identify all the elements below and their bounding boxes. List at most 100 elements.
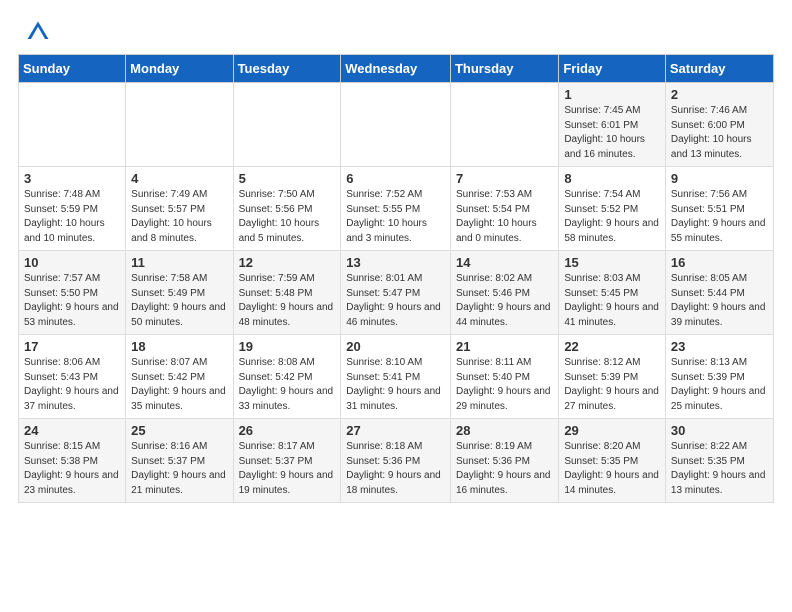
calendar-day-cell: 8 Sunrise: 7:54 AM Sunset: 5:52 PM Daylig…: [559, 167, 666, 251]
calendar-day-cell: [341, 83, 451, 167]
calendar-day-cell: 22 Sunrise: 8:12 AM Sunset: 5:39 PM Dayli…: [559, 335, 666, 419]
calendar-day-header: Thursday: [450, 55, 558, 83]
day-number: 16: [671, 255, 768, 270]
day-info: Sunrise: 7:54 AM Sunset: 5:52 PM Dayligh…: [564, 188, 660, 246]
day-info: Sunrise: 8:18 AM Sunset: 5:36 PM Dayligh…: [346, 440, 445, 498]
day-number: 13: [346, 255, 445, 270]
day-number: 6: [346, 171, 445, 186]
calendar-day-cell: 5 Sunrise: 7:50 AM Sunset: 5:56 PM Daylig…: [233, 167, 341, 251]
day-info: Sunrise: 7:46 AM Sunset: 6:00 PM Dayligh…: [671, 104, 768, 162]
day-info: Sunrise: 8:05 AM Sunset: 5:44 PM Dayligh…: [671, 272, 768, 330]
calendar-day-cell: 7 Sunrise: 7:53 AM Sunset: 5:54 PM Daylig…: [450, 167, 558, 251]
logo: [24, 18, 56, 46]
day-number: 20: [346, 339, 445, 354]
day-number: 1: [564, 87, 660, 102]
calendar-day-cell: 3 Sunrise: 7:48 AM Sunset: 5:59 PM Daylig…: [19, 167, 126, 251]
day-number: 11: [131, 255, 227, 270]
calendar-day-header: Monday: [126, 55, 233, 83]
calendar-day-cell: 16 Sunrise: 8:05 AM Sunset: 5:44 PM Dayli…: [665, 251, 773, 335]
day-number: 25: [131, 423, 227, 438]
day-info: Sunrise: 8:17 AM Sunset: 5:37 PM Dayligh…: [239, 440, 336, 498]
day-info: Sunrise: 8:20 AM Sunset: 5:35 PM Dayligh…: [564, 440, 660, 498]
day-info: Sunrise: 8:12 AM Sunset: 5:39 PM Dayligh…: [564, 356, 660, 414]
day-info: Sunrise: 8:02 AM Sunset: 5:46 PM Dayligh…: [456, 272, 553, 330]
calendar-day-cell: 15 Sunrise: 8:03 AM Sunset: 5:45 PM Dayli…: [559, 251, 666, 335]
calendar-day-cell: 13Sunrise: 8:01 AM Sunset: 5:47 PM Dayli…: [341, 251, 451, 335]
day-info: Sunrise: 7:48 AM Sunset: 5:59 PM Dayligh…: [24, 188, 120, 246]
day-number: 9: [671, 171, 768, 186]
day-number: 14: [456, 255, 553, 270]
calendar-day-cell: 17 Sunrise: 8:06 AM Sunset: 5:43 PM Dayli…: [19, 335, 126, 419]
day-info: Sunrise: 7:50 AM Sunset: 5:56 PM Dayligh…: [239, 188, 336, 246]
calendar-header-row: SundayMondayTuesdayWednesdayThursdayFrid…: [19, 55, 774, 83]
calendar-table: SundayMondayTuesdayWednesdayThursdayFrid…: [18, 54, 774, 503]
calendar-day-header: Saturday: [665, 55, 773, 83]
calendar-day-cell: 30 Sunrise: 8:22 AM Sunset: 5:35 PM Dayli…: [665, 419, 773, 503]
day-info: Sunrise: 8:19 AM Sunset: 5:36 PM Dayligh…: [456, 440, 553, 498]
day-number: 18: [131, 339, 227, 354]
day-number: 5: [239, 171, 336, 186]
day-info: Sunrise: 8:03 AM Sunset: 5:45 PM Dayligh…: [564, 272, 660, 330]
day-number: 4: [131, 171, 227, 186]
day-number: 15: [564, 255, 660, 270]
calendar-day-header: Tuesday: [233, 55, 341, 83]
day-number: 24: [24, 423, 120, 438]
calendar-week-row: 1Sunrise: 7:45 AM Sunset: 6:01 PM Daylig…: [19, 83, 774, 167]
calendar-day-cell: 1Sunrise: 7:45 AM Sunset: 6:01 PM Daylig…: [559, 83, 666, 167]
day-info: Sunrise: 7:59 AM Sunset: 5:48 PM Dayligh…: [239, 272, 336, 330]
calendar-wrapper: SundayMondayTuesdayWednesdayThursdayFrid…: [0, 54, 792, 513]
day-info: Sunrise: 8:16 AM Sunset: 5:37 PM Dayligh…: [131, 440, 227, 498]
day-number: 7: [456, 171, 553, 186]
calendar-week-row: 3 Sunrise: 7:48 AM Sunset: 5:59 PM Daylig…: [19, 167, 774, 251]
calendar-day-cell: 11Sunrise: 7:58 AM Sunset: 5:49 PM Dayli…: [126, 251, 233, 335]
day-number: 2: [671, 87, 768, 102]
calendar-day-header: Wednesday: [341, 55, 451, 83]
calendar-day-header: Sunday: [19, 55, 126, 83]
day-number: 23: [671, 339, 768, 354]
calendar-day-cell: 18Sunrise: 8:07 AM Sunset: 5:42 PM Dayli…: [126, 335, 233, 419]
day-info: Sunrise: 7:53 AM Sunset: 5:54 PM Dayligh…: [456, 188, 553, 246]
page-header: [0, 0, 792, 54]
day-info: Sunrise: 8:10 AM Sunset: 5:41 PM Dayligh…: [346, 356, 445, 414]
calendar-week-row: 10Sunrise: 7:57 AM Sunset: 5:50 PM Dayli…: [19, 251, 774, 335]
calendar-day-cell: 20 Sunrise: 8:10 AM Sunset: 5:41 PM Dayli…: [341, 335, 451, 419]
day-number: 8: [564, 171, 660, 186]
day-info: Sunrise: 8:08 AM Sunset: 5:42 PM Dayligh…: [239, 356, 336, 414]
calendar-day-header: Friday: [559, 55, 666, 83]
day-number: 21: [456, 339, 553, 354]
calendar-day-cell: 9 Sunrise: 7:56 AM Sunset: 5:51 PM Daylig…: [665, 167, 773, 251]
day-info: Sunrise: 8:11 AM Sunset: 5:40 PM Dayligh…: [456, 356, 553, 414]
day-number: 28: [456, 423, 553, 438]
calendar-day-cell: 4Sunrise: 7:49 AM Sunset: 5:57 PM Daylig…: [126, 167, 233, 251]
day-info: Sunrise: 7:57 AM Sunset: 5:50 PM Dayligh…: [24, 272, 120, 330]
day-info: Sunrise: 8:15 AM Sunset: 5:38 PM Dayligh…: [24, 440, 120, 498]
calendar-day-cell: 26 Sunrise: 8:17 AM Sunset: 5:37 PM Dayli…: [233, 419, 341, 503]
calendar-day-cell: 14 Sunrise: 8:02 AM Sunset: 5:46 PM Dayli…: [450, 251, 558, 335]
calendar-day-cell: 23Sunrise: 8:13 AM Sunset: 5:39 PM Dayli…: [665, 335, 773, 419]
day-number: 26: [239, 423, 336, 438]
calendar-day-cell: 29 Sunrise: 8:20 AM Sunset: 5:35 PM Dayli…: [559, 419, 666, 503]
logo-icon: [24, 18, 52, 46]
day-number: 22: [564, 339, 660, 354]
calendar-day-cell: 10Sunrise: 7:57 AM Sunset: 5:50 PM Dayli…: [19, 251, 126, 335]
day-number: 12: [239, 255, 336, 270]
day-number: 19: [239, 339, 336, 354]
calendar-day-cell: 24 Sunrise: 8:15 AM Sunset: 5:38 PM Dayli…: [19, 419, 126, 503]
calendar-day-cell: 19 Sunrise: 8:08 AM Sunset: 5:42 PM Dayli…: [233, 335, 341, 419]
calendar-day-cell: [126, 83, 233, 167]
day-info: Sunrise: 8:22 AM Sunset: 5:35 PM Dayligh…: [671, 440, 768, 498]
calendar-day-cell: [450, 83, 558, 167]
day-number: 3: [24, 171, 120, 186]
calendar-day-cell: 28 Sunrise: 8:19 AM Sunset: 5:36 PM Dayli…: [450, 419, 558, 503]
calendar-day-cell: [19, 83, 126, 167]
day-info: Sunrise: 7:56 AM Sunset: 5:51 PM Dayligh…: [671, 188, 768, 246]
calendar-day-cell: 2 Sunrise: 7:46 AM Sunset: 6:00 PM Daylig…: [665, 83, 773, 167]
day-number: 29: [564, 423, 660, 438]
calendar-week-row: 17 Sunrise: 8:06 AM Sunset: 5:43 PM Dayli…: [19, 335, 774, 419]
day-number: 30: [671, 423, 768, 438]
day-info: Sunrise: 8:06 AM Sunset: 5:43 PM Dayligh…: [24, 356, 120, 414]
day-info: Sunrise: 7:52 AM Sunset: 5:55 PM Dayligh…: [346, 188, 445, 246]
calendar-day-cell: 12 Sunrise: 7:59 AM Sunset: 5:48 PM Dayli…: [233, 251, 341, 335]
calendar-week-row: 24 Sunrise: 8:15 AM Sunset: 5:38 PM Dayli…: [19, 419, 774, 503]
day-number: 17: [24, 339, 120, 354]
